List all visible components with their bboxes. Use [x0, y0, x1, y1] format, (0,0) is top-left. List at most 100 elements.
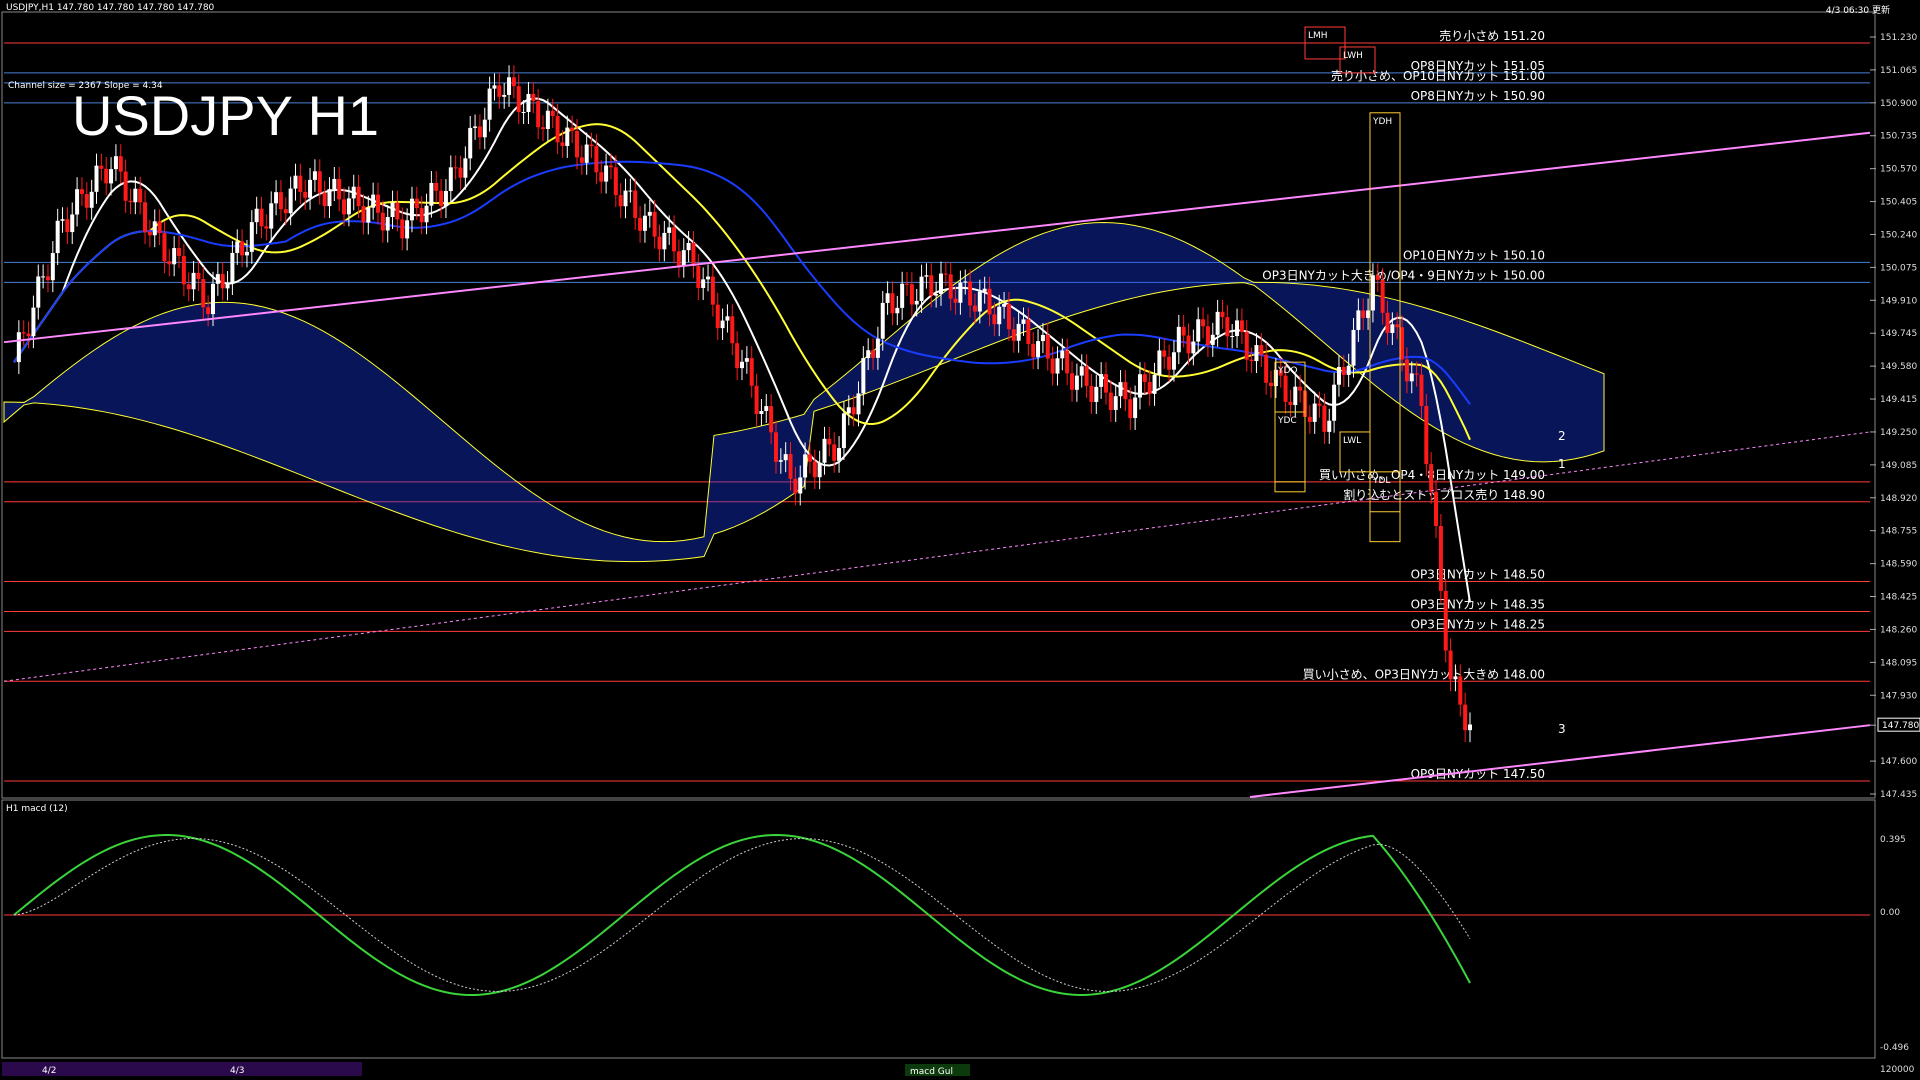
- candle-body: [50, 253, 55, 281]
- candle-body: [778, 460, 783, 462]
- candle-body: [730, 316, 735, 344]
- candle-body: [186, 284, 191, 290]
- candle-body: [841, 413, 846, 449]
- candle-body: [235, 241, 240, 253]
- candle-body: [1375, 275, 1380, 280]
- candle-body: [924, 275, 929, 277]
- candle-body: [948, 274, 953, 299]
- candle-body: [201, 278, 206, 308]
- candle-body: [259, 208, 264, 227]
- candle-body: [1181, 326, 1186, 336]
- candle-body: [1269, 382, 1274, 387]
- price-tick-label: 149.910: [1880, 296, 1917, 306]
- candle-body: [118, 156, 123, 172]
- candle-body: [1215, 311, 1220, 335]
- price-tick-label: 147.930: [1880, 691, 1917, 701]
- candle-body: [254, 208, 259, 223]
- candle-body: [1220, 311, 1225, 318]
- candle-body: [1074, 375, 1079, 390]
- candle-body: [1283, 375, 1288, 402]
- price-tick-label: 148.095: [1880, 658, 1917, 668]
- candle-body: [123, 171, 128, 201]
- candle-body: [458, 167, 463, 178]
- price-tick-label: 148.920: [1880, 494, 1917, 504]
- updated-time: 4/3 06:30 更新: [1825, 6, 1890, 16]
- candle-body: [1040, 334, 1045, 342]
- candle-body: [1176, 326, 1181, 353]
- candle-body: [1011, 329, 1016, 341]
- candle-body: [487, 88, 492, 120]
- candle-body: [686, 242, 691, 251]
- candle-body: [914, 300, 919, 305]
- candle-body: [376, 194, 380, 213]
- candle-body: [463, 158, 468, 178]
- price-tick-label: 148.425: [1880, 593, 1917, 603]
- candle-body: [473, 126, 478, 128]
- price-tick-label: 148.260: [1880, 625, 1917, 635]
- price-tick-label: 151.065: [1880, 66, 1917, 76]
- candle-body: [1016, 323, 1021, 341]
- candle-body: [584, 144, 589, 163]
- candle-body: [196, 272, 201, 279]
- candle-body: [1288, 401, 1293, 406]
- candle-body: [817, 462, 822, 478]
- candle-body: [861, 358, 866, 394]
- candle-body: [1099, 374, 1104, 387]
- candle-body: [453, 167, 458, 169]
- candle-body: [337, 178, 342, 200]
- candle-body: [812, 461, 817, 478]
- candle-body: [1171, 352, 1176, 370]
- candle-body: [366, 207, 371, 223]
- candle-body: [172, 248, 177, 265]
- candle-body: [642, 215, 647, 231]
- candle-body: [128, 200, 133, 203]
- candle-body: [327, 189, 332, 207]
- candle-body: [1055, 358, 1060, 374]
- candle-body: [905, 283, 910, 285]
- candle-body: [555, 116, 560, 143]
- candle-body: [958, 282, 963, 303]
- candle-body: [65, 219, 70, 233]
- price-tick-label: 147.600: [1880, 757, 1917, 767]
- candle-body: [1317, 403, 1322, 406]
- candle-body: [929, 275, 934, 296]
- price-tick-label: 150.900: [1880, 99, 1917, 109]
- candle-body: [31, 307, 36, 337]
- candle-body: [1249, 359, 1254, 362]
- macd-bottom-value: 120000: [1880, 1065, 1915, 1075]
- candle-body: [764, 406, 769, 411]
- candle-body: [919, 276, 924, 301]
- candle-body: [99, 165, 104, 169]
- price-tick-label: 151.230: [1880, 33, 1917, 43]
- candle-body: [94, 165, 99, 192]
- candle-body: [249, 222, 254, 252]
- level-label: OP9日NYカット 147.50: [1411, 767, 1545, 781]
- candle-body: [1050, 358, 1055, 374]
- candle-body: [662, 232, 667, 250]
- candle-body: [152, 221, 157, 236]
- candle-body: [1094, 386, 1099, 402]
- candle-body: [759, 410, 764, 414]
- candle-body: [672, 227, 677, 252]
- candle-body: [278, 192, 283, 210]
- candle-body: [1157, 350, 1162, 375]
- candle-body: [1361, 310, 1366, 318]
- candle-body: [1225, 317, 1230, 337]
- candle-body: [60, 219, 65, 221]
- candle-body: [113, 156, 118, 170]
- candle-body: [434, 182, 439, 191]
- candle-body: [1463, 704, 1468, 731]
- candle-body: [1336, 366, 1341, 385]
- session-box-label: LMH: [1308, 31, 1328, 41]
- candle-body: [429, 182, 434, 206]
- candle-body: [977, 291, 982, 312]
- chart-title: USDJPY H1: [72, 84, 379, 147]
- candle-body: [1079, 366, 1084, 376]
- candle-body: [1045, 334, 1050, 359]
- candle-body: [55, 220, 60, 254]
- macd-indicator: 0.395 0.00 -0.496 120000: [4, 834, 1915, 1075]
- candle-body: [1380, 279, 1385, 313]
- candle-body: [788, 454, 793, 479]
- level-label: 売り小さめ 151.20: [1439, 28, 1545, 43]
- candle-body: [1244, 331, 1249, 360]
